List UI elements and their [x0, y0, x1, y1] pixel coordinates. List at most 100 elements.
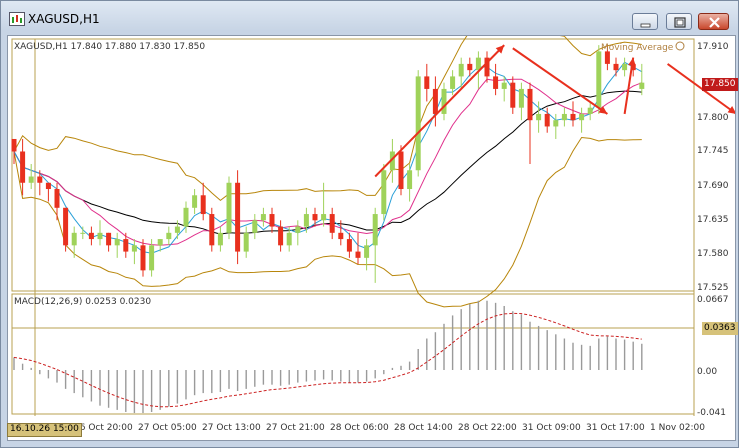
- cursor-time-tag: 16.10.26 15:00: [7, 423, 82, 437]
- candle-body: [286, 232, 292, 246]
- time-label-3: 27 Oct 21:00: [266, 423, 325, 433]
- candle-body: [88, 232, 94, 240]
- price-label-0: 17.910: [697, 42, 729, 52]
- candle-body: [11, 138, 17, 152]
- restore-icon: [674, 17, 686, 28]
- candle-body: [200, 195, 206, 215]
- candle-body: [622, 63, 628, 71]
- price-chart[interactable]: XAGUSD,H1 17.840 17.880 17.830 17.850 Mo…: [8, 36, 735, 440]
- candle-body: [536, 113, 542, 121]
- title-bar[interactable]: XAGUSD,H1: [1, 1, 738, 35]
- time-label-5: 28 Oct 14:00: [394, 423, 453, 433]
- window-title: XAGUSD,H1: [28, 12, 100, 26]
- arrow-up-2-head: [628, 57, 636, 67]
- candle-body: [553, 120, 559, 127]
- candle-body: [243, 232, 249, 252]
- price-label-5: 17.635: [697, 215, 729, 225]
- candle-body: [544, 113, 550, 127]
- candle-body: [441, 88, 447, 114]
- candle-body: [80, 232, 86, 234]
- price-label-7: 17.525: [697, 283, 729, 293]
- chart-window: XAGUSD,H1 XAGUSD,H1 17.840 17.880 17.830…: [0, 0, 739, 448]
- candle-body: [355, 251, 361, 258]
- close-icon: [709, 17, 720, 28]
- candle-body: [20, 151, 26, 183]
- candle-body: [260, 214, 266, 221]
- candle-body: [217, 232, 223, 246]
- candle-body: [570, 113, 576, 121]
- candle-body: [415, 76, 421, 171]
- chart-area[interactable]: XAGUSD,H1 17.840 17.880 17.830 17.850 Mo…: [7, 35, 738, 441]
- maximize-button[interactable]: [666, 13, 692, 30]
- candle-body: [183, 207, 189, 227]
- candle-body: [295, 226, 301, 233]
- candle-body: [278, 226, 284, 246]
- candle-body: [106, 232, 112, 246]
- candle-body: [97, 232, 103, 240]
- minimize-button[interactable]: [632, 13, 658, 30]
- candle-body: [398, 151, 404, 190]
- candle-body: [157, 239, 163, 246]
- candle-body: [527, 88, 533, 121]
- candle-body: [364, 245, 370, 258]
- macd-label: MACD(12,26,9) 0.0253 0.0230: [14, 297, 151, 307]
- candle-body: [131, 245, 137, 252]
- price-label-4: 17.690: [697, 181, 729, 191]
- candle-body: [123, 239, 129, 252]
- symbol-info-label: XAGUSD,H1 17.840 17.880 17.830 17.850: [14, 42, 205, 52]
- candle-body: [381, 170, 387, 215]
- minimize-icon: [640, 23, 651, 28]
- candle-body: [235, 182, 241, 252]
- time-label-7: 31 Oct 09:00: [522, 423, 581, 433]
- candle-body: [501, 82, 507, 89]
- indicator-name-label: Moving Average: [601, 43, 674, 53]
- moving-averages: [13, 61, 643, 254]
- candle-body: [321, 214, 327, 221]
- candle-body: [587, 107, 593, 114]
- macd-axis-label-0: 0.0667: [697, 295, 729, 305]
- candle-body: [28, 176, 34, 183]
- current-price-tag: 17.850: [702, 78, 738, 91]
- candles: [11, 45, 645, 283]
- candle-body: [518, 88, 524, 108]
- close-button[interactable]: [698, 13, 729, 30]
- time-label-0: 26 Oct 20:00: [74, 423, 133, 433]
- candle-body: [407, 170, 413, 190]
- candle-body: [63, 207, 69, 246]
- candle-body: [467, 63, 473, 71]
- macd-axis-label-3: -0.041: [697, 408, 726, 418]
- candle-body: [45, 182, 51, 190]
- price-label-3: 17.745: [697, 146, 729, 156]
- candle-body: [140, 245, 146, 271]
- ma-medium: [13, 78, 642, 246]
- candle-body: [37, 176, 43, 183]
- arrow-up-1: [374, 44, 505, 178]
- candle-body: [209, 214, 215, 246]
- candle-body: [174, 226, 180, 233]
- candle-body: [166, 232, 172, 240]
- candle-body: [149, 245, 155, 271]
- candle-body: [613, 63, 619, 71]
- time-label-1: 27 Oct 05:00: [138, 423, 197, 433]
- candle-body: [604, 51, 610, 64]
- bollinger-bands: [13, 36, 642, 308]
- candle-body: [71, 232, 77, 246]
- indicator-smiley-icon[interactable]: [675, 41, 685, 51]
- macd-level-tag: 0.0363: [702, 322, 738, 335]
- candle-body: [346, 239, 352, 252]
- candle-body: [226, 182, 232, 233]
- candle-body: [450, 76, 456, 89]
- candle-body: [329, 214, 335, 233]
- arrow-down-1: [512, 47, 608, 115]
- chart-app-icon: [9, 12, 25, 26]
- candle-body: [596, 51, 602, 108]
- candle-body: [252, 220, 258, 233]
- candle-body: [561, 113, 567, 121]
- macd-panel-frame: [11, 293, 695, 415]
- time-label-2: 27 Oct 13:00: [202, 423, 261, 433]
- candle-body: [432, 88, 438, 114]
- price-label-6: 17.580: [697, 249, 729, 259]
- time-label-6: 28 Oct 22:00: [458, 423, 517, 433]
- candle-body: [579, 113, 585, 121]
- candle-body: [493, 76, 499, 89]
